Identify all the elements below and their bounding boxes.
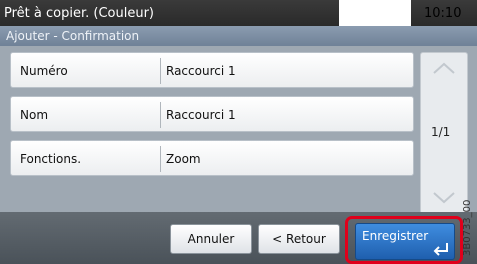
row-label: Numéro: [20, 64, 68, 78]
screen-title: Ajouter - Confirmation: [6, 29, 140, 43]
chevron-up-icon: [433, 62, 455, 74]
row-label: Nom: [20, 108, 49, 122]
status-time: 10:10: [424, 6, 462, 21]
status-blank-area: [339, 0, 411, 26]
enter-arrow-icon: [433, 243, 448, 256]
status-bar: Prêt à copier. (Couleur) 10:10: [0, 0, 477, 26]
back-button[interactable]: < Retour: [258, 224, 340, 254]
row-divider: [160, 146, 161, 172]
scroll-up-button[interactable]: [421, 53, 467, 83]
save-button[interactable]: Enregistrer: [355, 223, 455, 260]
scroll-down-button[interactable]: [421, 183, 467, 213]
scroll-panel: 1/1: [420, 52, 468, 214]
page-indicator: 1/1: [431, 125, 451, 139]
chevron-down-icon: [433, 192, 455, 204]
figure-code: 3B0733_00: [462, 199, 473, 256]
row-value: Zoom: [166, 152, 201, 166]
list-row-numero[interactable]: Numéro Raccourci 1: [10, 52, 414, 88]
row-label: Fonctions.: [20, 152, 82, 166]
row-divider: [160, 58, 161, 84]
list-row-fonctions[interactable]: Fonctions. Zoom: [10, 140, 414, 176]
cancel-button[interactable]: Annuler: [170, 224, 252, 254]
row-value: Raccourci 1: [166, 108, 236, 122]
list-row-nom[interactable]: Nom Raccourci 1: [10, 96, 414, 132]
save-button-label: Enregistrer: [362, 229, 429, 243]
status-message: Prêt à copier. (Couleur): [4, 6, 154, 21]
row-value: Raccourci 1: [166, 64, 236, 78]
screen-title-bar: Ajouter - Confirmation: [0, 26, 477, 46]
row-divider: [160, 102, 161, 128]
